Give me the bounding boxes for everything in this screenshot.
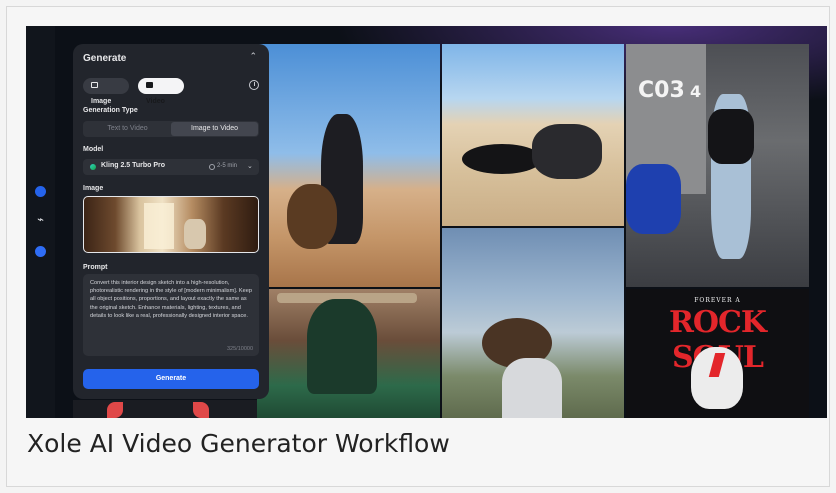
figure-player: [307, 299, 377, 394]
gallery-tile-panther[interactable]: [442, 44, 624, 226]
generation-type-toggle: Text to Video Image to Video: [83, 121, 259, 137]
prompt-char-count: 325/10000: [227, 346, 253, 352]
figure-caption: Xole AI Video Generator Workflow: [27, 429, 450, 458]
chevron-up-icon[interactable]: ⌃: [249, 52, 257, 62]
figure-motorcycle: [626, 164, 681, 234]
prompt-text: Convert this interior design sketch into…: [90, 280, 252, 319]
text-to-video-option[interactable]: Text to Video: [84, 122, 171, 136]
uploaded-image-thumbnail[interactable]: [83, 196, 259, 253]
gallery-tile-desert-eagle[interactable]: [257, 44, 440, 287]
info-icon[interactable]: [35, 246, 46, 257]
clock-icon: [209, 164, 215, 170]
thumbnail-chair: [184, 219, 206, 249]
left-rail: ⌁: [26, 26, 55, 418]
mode-switch: Image Video: [83, 78, 259, 105]
poster-subtitle: FOREVER A: [694, 297, 741, 304]
model-select[interactable]: Kling 2.5 Turbo Pro 2-5 min ⌄: [83, 159, 259, 175]
thumbnail-window: [144, 203, 174, 249]
gallery-bottom-strip: [73, 400, 257, 418]
generation-type-label: Generation Type: [83, 107, 138, 114]
gallery-tile-parking[interactable]: C03 4: [626, 44, 809, 287]
model-name: Kling 2.5 Turbo Pro: [101, 162, 166, 169]
figure-woman: [532, 124, 602, 179]
figure-frame: ⌁ C03 4 FOREVER A ROCK Generate ⌃ Image …: [6, 6, 830, 487]
pillar-number: 4: [690, 82, 702, 101]
prompt-textarea[interactable]: Convert this interior design sketch into…: [83, 274, 259, 356]
image-mode-button[interactable]: Image: [83, 78, 129, 105]
model-icon: [90, 164, 96, 170]
figure-eagle: [287, 184, 337, 249]
chevron-down-icon: ⌄: [247, 163, 253, 170]
image-icon: [91, 82, 98, 88]
generate-button[interactable]: Generate: [83, 369, 259, 389]
figure-woman-back: [502, 358, 562, 418]
gallery-tile-rock-poster[interactable]: FOREVER A ROCK SOUL: [626, 289, 809, 418]
history-icon[interactable]: [249, 80, 259, 90]
gallery-tile-billiards[interactable]: [257, 289, 440, 418]
figure-jacket: [708, 109, 754, 164]
image-label: Image: [83, 185, 104, 192]
image-to-video-option[interactable]: Image to Video: [171, 122, 258, 136]
video-icon: [146, 82, 153, 88]
home-icon[interactable]: [35, 186, 46, 197]
video-mode-button[interactable]: Video: [138, 78, 184, 105]
gallery-tile-cliff-wind[interactable]: [442, 228, 624, 418]
pillar-sign: C03: [638, 78, 685, 103]
prompt-label: Prompt: [83, 264, 108, 271]
model-time: 2-5 min: [217, 163, 238, 169]
brush-icon[interactable]: ⌁: [35, 214, 46, 225]
wing-shape: [193, 402, 209, 418]
panel-title: Generate: [83, 53, 127, 64]
generate-panel: Generate ⌃ Image Video Generation Type T…: [73, 44, 269, 399]
video-mode-label: Video: [146, 98, 165, 105]
model-label: Model: [83, 146, 104, 153]
wing-shape: [107, 402, 123, 418]
figure-panther: [462, 144, 542, 174]
result-gallery: C03 4 FOREVER A ROCK SOUL: [257, 44, 809, 418]
image-mode-label: Image: [91, 98, 112, 105]
app-screenshot: ⌁ C03 4 FOREVER A ROCK Generate ⌃ Image …: [26, 26, 827, 418]
